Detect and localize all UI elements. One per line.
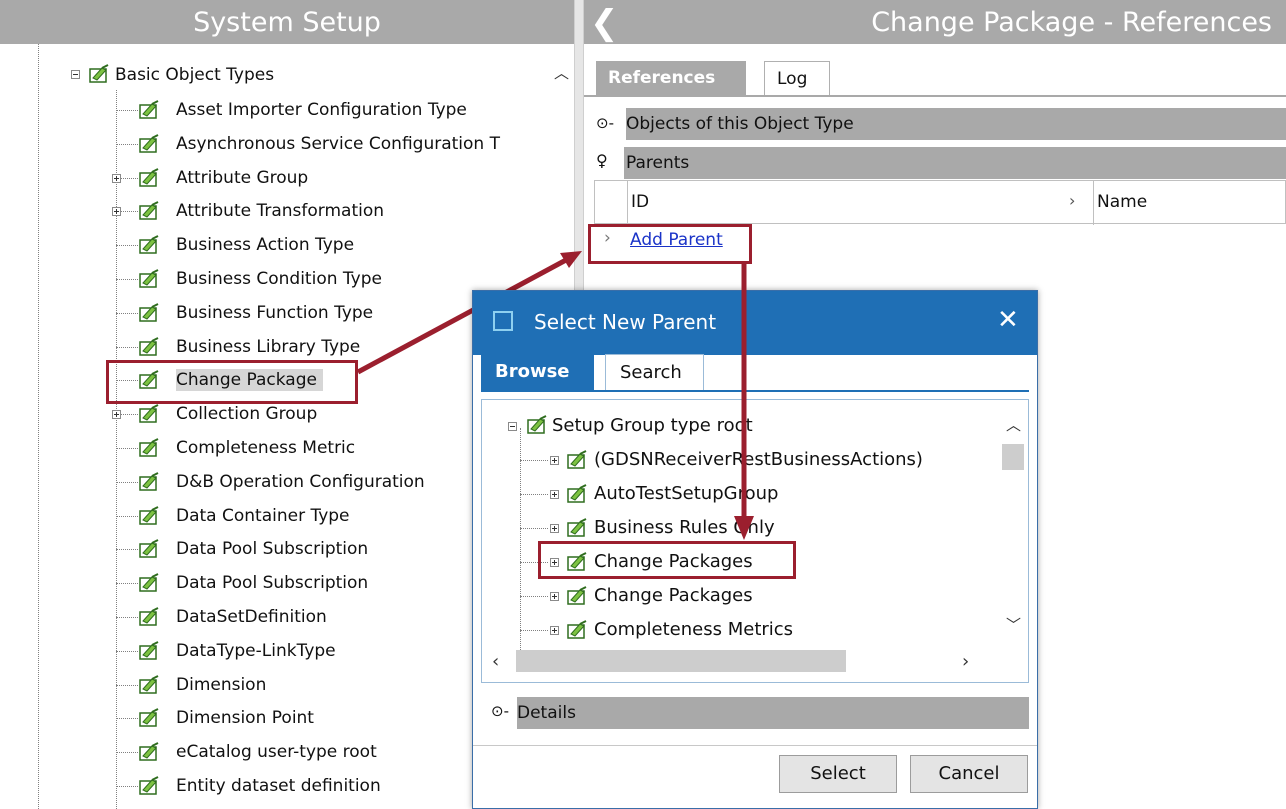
tree-guide-line <box>520 528 548 529</box>
scroll-right-icon[interactable]: › <box>962 651 969 672</box>
expand-toggle-icon[interactable]: ⊙- <box>491 702 509 720</box>
expand-icon[interactable] <box>550 626 559 635</box>
tab-underline <box>481 390 1029 392</box>
tab-label: Search <box>620 362 682 383</box>
scroll-down-icon[interactable]: ﹀ <box>1006 614 1021 635</box>
expand-icon[interactable] <box>550 490 559 499</box>
button-label: Cancel <box>938 763 1000 784</box>
scroll-left-icon[interactable]: ‹ <box>492 651 499 672</box>
tree-node-label: Setup Group type root <box>552 415 753 436</box>
tree-guide-line <box>520 596 548 597</box>
setup-group-icon <box>566 620 588 640</box>
setup-group-icon <box>566 484 588 504</box>
dialog-vertical-scrollbar[interactable]: ︿ ﹀ <box>998 400 1028 646</box>
tree-guide-line <box>520 630 548 631</box>
cancel-button[interactable]: Cancel <box>910 755 1028 793</box>
button-label: Select <box>810 763 866 784</box>
dialog-horizontal-scrollbar[interactable]: ‹ › <box>482 646 998 676</box>
scroll-up-icon[interactable]: ︿ <box>1006 414 1021 435</box>
setup-group-icon <box>566 450 588 470</box>
tab-label: Browse <box>495 361 570 382</box>
expand-icon[interactable] <box>550 524 559 533</box>
dialog-tree-node[interactable]: Business Rules Only <box>482 516 992 540</box>
scroll-thumb[interactable] <box>1002 444 1024 470</box>
tab-browse[interactable]: Browse <box>481 354 594 390</box>
dialog-tree-node[interactable]: (GDSNReceiverRestBusinessActions) <box>482 448 992 472</box>
dialog-tree-node[interactable]: Change Packages <box>482 584 992 608</box>
tree-guide-line <box>520 494 548 495</box>
setup-group-icon <box>566 586 588 606</box>
dialog-tree-node[interactable]: AutoTestSetupGroup <box>482 482 992 506</box>
dialog-tree-node[interactable]: Completeness Metrics <box>482 618 992 642</box>
section-label: Details <box>517 703 576 723</box>
select-button[interactable]: Select <box>779 755 897 793</box>
window-icon <box>493 311 513 331</box>
setup-group-icon <box>527 415 547 434</box>
dialog-titlebar: Select New Parent ✕ <box>473 291 1037 355</box>
tree-node-root[interactable]: Setup Group type root <box>482 414 982 438</box>
section-details[interactable]: ⊙- Details <box>483 697 1031 729</box>
expand-icon[interactable] <box>550 456 559 465</box>
scroll-thumb[interactable] <box>516 650 846 672</box>
collapse-icon[interactable] <box>508 422 517 431</box>
tree-node-label: Change Packages <box>594 585 753 606</box>
tree-guide-line <box>520 460 548 461</box>
tree-node-label: Business Rules Only <box>594 517 775 538</box>
setup-group-icon <box>566 518 588 538</box>
close-icon[interactable]: ✕ <box>997 305 1019 335</box>
tree-node-label: Completeness Metrics <box>594 619 794 640</box>
dialog-footer-divider <box>473 745 1037 746</box>
highlight-change-packages <box>538 541 796 579</box>
tree-node-label: AutoTestSetupGroup <box>594 483 779 504</box>
tree-node-label: (GDSNReceiverRestBusinessActions) <box>594 449 923 470</box>
tab-search[interactable]: Search <box>605 354 704 390</box>
dialog-title: Select New Parent <box>534 310 717 334</box>
expand-icon[interactable] <box>550 592 559 601</box>
